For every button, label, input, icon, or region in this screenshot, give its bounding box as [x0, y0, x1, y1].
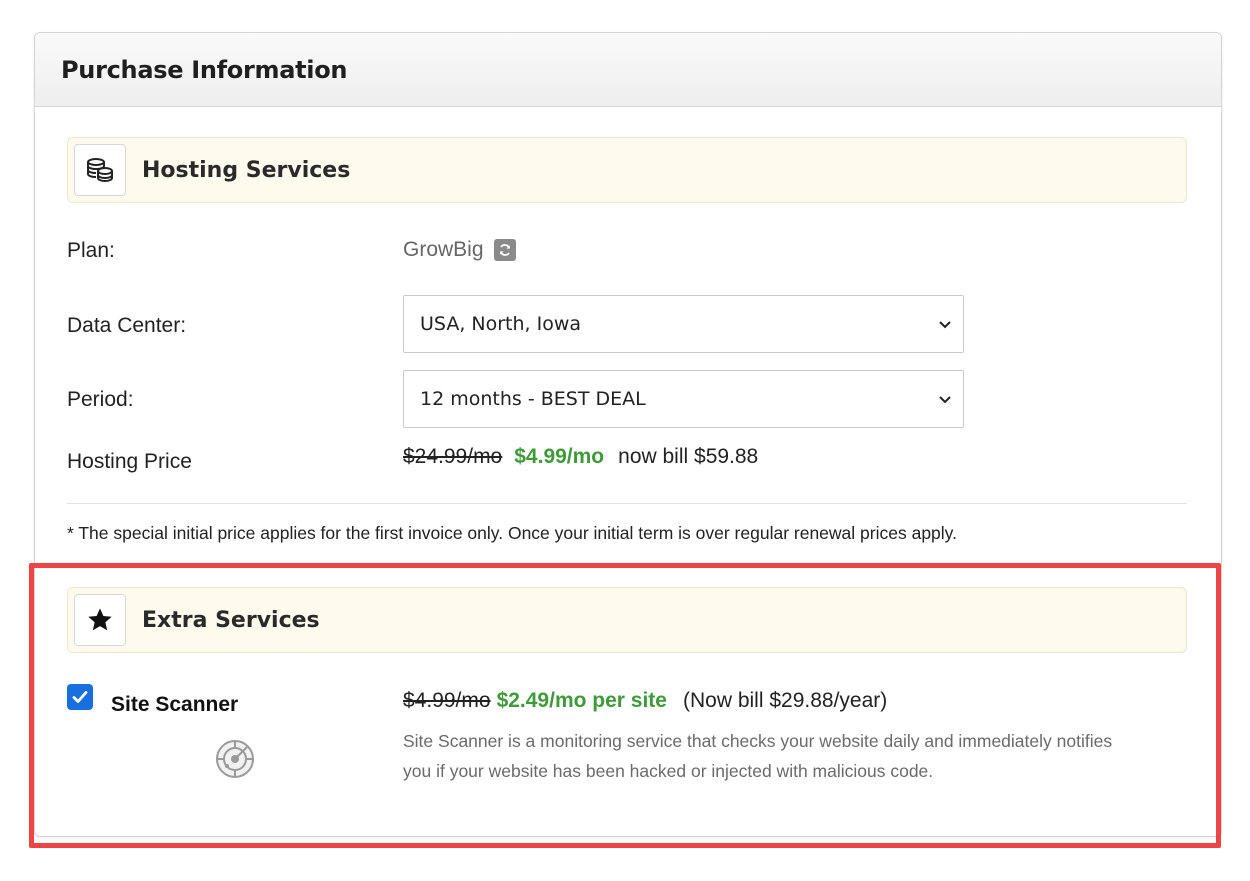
chevron-down-icon	[939, 396, 951, 404]
period-selected-value: 12 months - BEST DEAL	[420, 388, 646, 410]
purchase-information-card: Purchase Information Hosting Services Pl…	[34, 32, 1222, 837]
extra-services-title: Extra Services	[142, 607, 320, 633]
scanner-old-price: $4.99/mo	[403, 689, 491, 712]
plan-label: Plan:	[67, 239, 115, 262]
checkmark-icon	[72, 691, 88, 703]
chevron-down-icon	[939, 321, 951, 329]
datacenter-selected-value: USA, North, Iowa	[420, 313, 582, 335]
hosting-old-price: $24.99/mo	[403, 445, 503, 468]
hosting-price: $24.99/mo $4.99/mo now bill $59.88	[403, 445, 758, 469]
hosting-price-label: Hosting Price	[67, 450, 192, 473]
star-icon	[74, 594, 126, 646]
datacenter-select[interactable]: USA, North, Iowa	[403, 295, 964, 353]
plan-value-group: GrowBig	[403, 238, 516, 262]
site-scanner-price: $4.99/mo $2.49/mo per site (Now bill $29…	[403, 689, 887, 713]
scanner-bill-amount: (Now bill $29.88/year)	[682, 689, 888, 712]
datacenter-label: Data Center:	[67, 314, 187, 337]
pricing-note: * The special initial price applies for …	[67, 523, 957, 543]
scanner-new-price: $2.49/mo per site	[496, 689, 667, 712]
card-header: Purchase Information	[35, 33, 1221, 107]
divider	[67, 503, 1187, 504]
card-title: Purchase Information	[61, 55, 348, 84]
change-plan-button[interactable]	[493, 239, 516, 261]
site-scanner-checkbox[interactable]	[67, 684, 93, 710]
hosting-services-header: Hosting Services	[67, 137, 1187, 203]
hosting-new-price: $4.99/mo	[514, 445, 605, 468]
period-select[interactable]: 12 months - BEST DEAL	[403, 370, 964, 428]
plan-value: GrowBig	[403, 238, 484, 261]
coins-stack-icon	[74, 144, 126, 196]
extra-services-header: Extra Services	[67, 587, 1187, 653]
site-scanner-description: Site Scanner is a monitoring service tha…	[403, 731, 1113, 781]
radar-icon	[216, 740, 254, 778]
hosting-bill-amount: now bill $59.88	[618, 445, 759, 468]
hosting-services-title: Hosting Services	[142, 157, 351, 183]
period-label: Period:	[67, 388, 134, 411]
site-scanner-label[interactable]: Site Scanner	[111, 693, 238, 717]
refresh-icon	[499, 244, 510, 256]
